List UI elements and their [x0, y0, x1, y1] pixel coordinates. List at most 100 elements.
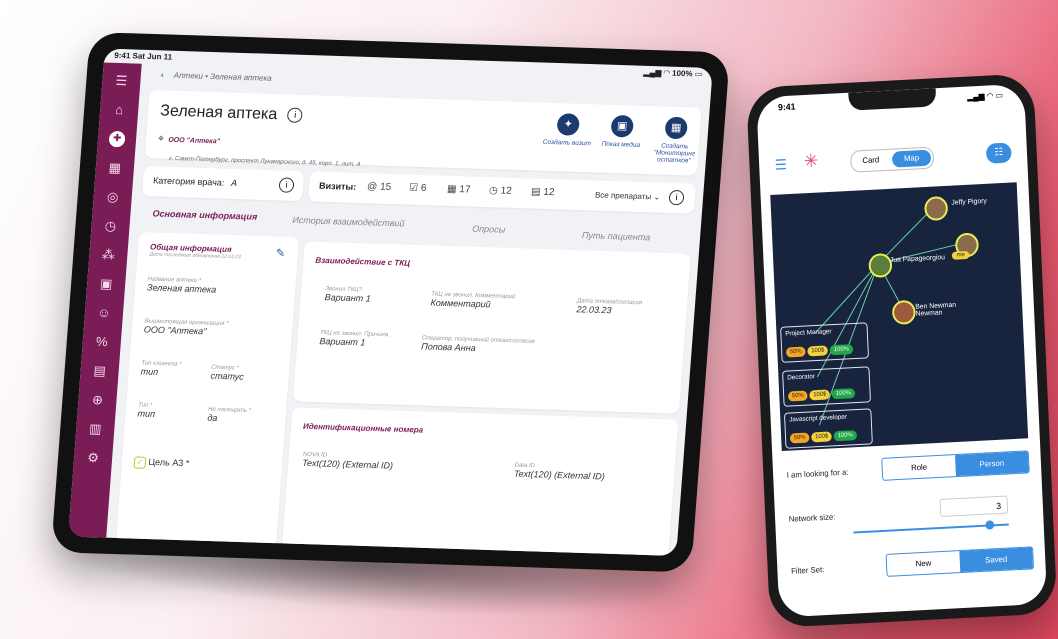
field-tkc-called[interactable]: Звонил ТКЦ? Вариант 1	[324, 286, 371, 303]
visit-count-pending[interactable]: ◷ 12	[489, 185, 512, 197]
role-name: Decorator	[787, 373, 816, 382]
page-title: Зеленая аптека	[159, 102, 278, 124]
clock-icon: ◷	[488, 185, 499, 197]
header-title-row: Зеленая аптека i	[160, 102, 304, 125]
checkbox-icon: ✓	[133, 456, 147, 469]
create-visit-button[interactable]: ✦ Создать визит	[539, 113, 597, 148]
org-name[interactable]: ООО "Аптека"	[168, 137, 220, 146]
option-new[interactable]: New	[887, 551, 961, 576]
clock-icon[interactable]: ◷	[102, 218, 119, 235]
filter-set-toggle: New Saved	[885, 546, 1035, 577]
menu-icon[interactable]: ☰	[774, 156, 787, 174]
create-monitoring-button[interactable]: ▦ Создать "Мониторинг остатков"	[646, 116, 706, 165]
globe-icon[interactable]: ⊕	[89, 392, 106, 409]
filter-set-label: Filter Set:	[790, 565, 825, 576]
calendar-icon[interactable]: ▦	[106, 160, 123, 177]
document-icon[interactable]: ▤	[91, 363, 108, 380]
info-icon[interactable]: i	[278, 177, 295, 193]
network-size-slider[interactable]	[853, 520, 1009, 534]
slider-thumb[interactable]	[985, 520, 995, 530]
breadcrumb-parent[interactable]: Аптеки	[174, 71, 204, 81]
field-nova-id[interactable]: NOVA ID Text(120) (External ID)	[302, 452, 394, 471]
rate-pill: 100%	[829, 344, 853, 356]
target-icon[interactable]: ◎	[104, 189, 121, 206]
edit-icon[interactable]: ✎	[275, 246, 285, 259]
field-type[interactable]: Тип * тип	[137, 402, 156, 419]
visit-count-value: 12	[542, 186, 555, 199]
status-right: ▂▄▆ ◠ 100% ▭	[643, 67, 703, 79]
calendar-icon: ▦	[446, 183, 457, 196]
phone-device: 9:41 ▂▄▆ ◠ ▭ ☰ ✳ Card Map ☷ Jeffy Pigory…	[746, 73, 1058, 628]
battery-label: 100%	[671, 68, 693, 79]
tab-surveys[interactable]: Опросы	[472, 224, 506, 235]
phone-status-time: 9:41	[777, 101, 796, 113]
field-pharmacy-name[interactable]: Название аптеки * Зеленая аптека	[147, 276, 217, 294]
chat-icon[interactable]: ▣	[98, 276, 115, 293]
role-card[interactable]: Javascript developer 50% 100$ 100%	[783, 408, 873, 449]
ids-card: Идентификационные номера NOVA ID Text(12…	[281, 407, 679, 556]
category-card: Категория врача: А i	[141, 166, 305, 202]
toggle-card[interactable]: Card	[851, 150, 891, 172]
visit-count-value: 6	[420, 182, 427, 195]
goal-checkbox[interactable]: ✓ Цель А3 *	[133, 456, 190, 470]
field-value: тип	[140, 366, 159, 377]
show-media-button[interactable]: ▣ Показ медиа	[593, 114, 651, 149]
info-icon[interactable]: i	[287, 107, 304, 124]
phone-status-icons: ▂▄▆ ◠ ▭	[966, 90, 1004, 102]
network-icon[interactable]: ⁂	[100, 247, 117, 264]
field-value: 22.03.23	[576, 304, 612, 316]
menu-icon[interactable]: ☰	[113, 73, 130, 90]
home-icon[interactable]: ⌂	[111, 102, 128, 119]
field-tkc-comment[interactable]: ТКЦ не звонил. Комментарий Комментарий	[430, 292, 515, 311]
field-status[interactable]: Статус * статус	[210, 365, 244, 382]
visits-label: Визиты:	[318, 180, 357, 192]
chart-icon[interactable]: ▥	[87, 421, 104, 438]
role-card[interactable]: Project Manager 50% 100$ 100%	[780, 322, 869, 363]
toggle-map[interactable]: Map	[891, 149, 932, 168]
settings-icon[interactable]: ⚙	[85, 450, 102, 467]
drug-filter-dropdown[interactable]: Все препараты ⌄	[595, 191, 661, 202]
tab-patient-path[interactable]: Путь пациента	[582, 230, 651, 242]
option-role[interactable]: Role	[882, 455, 956, 480]
back-icon[interactable]: ‹	[161, 70, 164, 79]
visit-count-email[interactable]: @ 15	[367, 181, 392, 193]
interaction-card: Взаимодействие с ТКЦ Звонил ТКЦ? Вариант…	[292, 241, 691, 414]
looking-for-toggle: Role Person	[881, 450, 1030, 481]
tab-main-info[interactable]: Основная информация	[152, 208, 257, 221]
visit-count-done[interactable]: ☑ 6	[409, 183, 427, 195]
rate-pill: 50%	[785, 346, 806, 358]
field-data-id[interactable]: Data ID Text(120) (External ID)	[514, 463, 606, 482]
field-tkc-reason[interactable]: ТКЦ не звонил. Причина Вариант 1	[319, 330, 388, 348]
field-refusal-date[interactable]: Дата отказа/согласия 22.03.23	[576, 298, 642, 316]
visit-count-reports[interactable]: ▤ 12	[531, 186, 555, 198]
document-icon: ▤	[530, 186, 541, 198]
field-client-type[interactable]: Тип клиента * тип	[140, 360, 181, 377]
percent-icon[interactable]: %	[93, 334, 110, 351]
option-saved[interactable]: Saved	[959, 547, 1034, 573]
breadcrumb: ‹ Аптеки • Зеленая аптека	[161, 70, 272, 83]
filter-settings-icon[interactable]: ☷	[985, 142, 1012, 164]
field-parent-org[interactable]: Вышестоящая организация * ООО "Аптека"	[144, 318, 229, 337]
info-icon[interactable]: i	[668, 189, 685, 206]
pharmacy-icon[interactable]: ✚	[108, 130, 126, 148]
network-size-input[interactable]: 3	[939, 495, 1009, 517]
tab-history[interactable]: История взаимодействий	[292, 215, 405, 229]
ids-title: Идентификационные номера	[302, 421, 424, 435]
option-person[interactable]: Person	[955, 451, 1029, 477]
handshake-icon: ✦	[556, 113, 581, 136]
role-card[interactable]: Decorator 50% 100$ 100%	[782, 366, 871, 407]
create-visit-label: Создать визит	[542, 138, 592, 148]
looking-for-label: I am looking for a:	[786, 467, 849, 480]
phone-notch	[848, 88, 937, 111]
field-do-not-visit[interactable]: Не посещать * да	[207, 407, 251, 424]
field-value: тип	[137, 408, 156, 419]
visit-count-value: 17	[458, 184, 471, 196]
tablet-device: 9:41 Sat Jun 11 ▂▄▆ ◠ 100% ▭ ☰ ⌂ ✚ ▦ ◎ ◷…	[51, 32, 730, 573]
rate-pill: 50%	[787, 390, 808, 402]
field-value: статус	[210, 370, 245, 382]
network-map[interactable]: Jeffy Pigory Jua Papageorgiou me Ben New…	[770, 182, 1029, 452]
users-icon[interactable]: ☺	[95, 305, 112, 322]
me-badge: me	[951, 250, 970, 260]
field-operator[interactable]: Оператор, получивший отказ/согласие Попо…	[421, 335, 535, 355]
visit-count-planned[interactable]: ▦ 17	[447, 184, 471, 196]
